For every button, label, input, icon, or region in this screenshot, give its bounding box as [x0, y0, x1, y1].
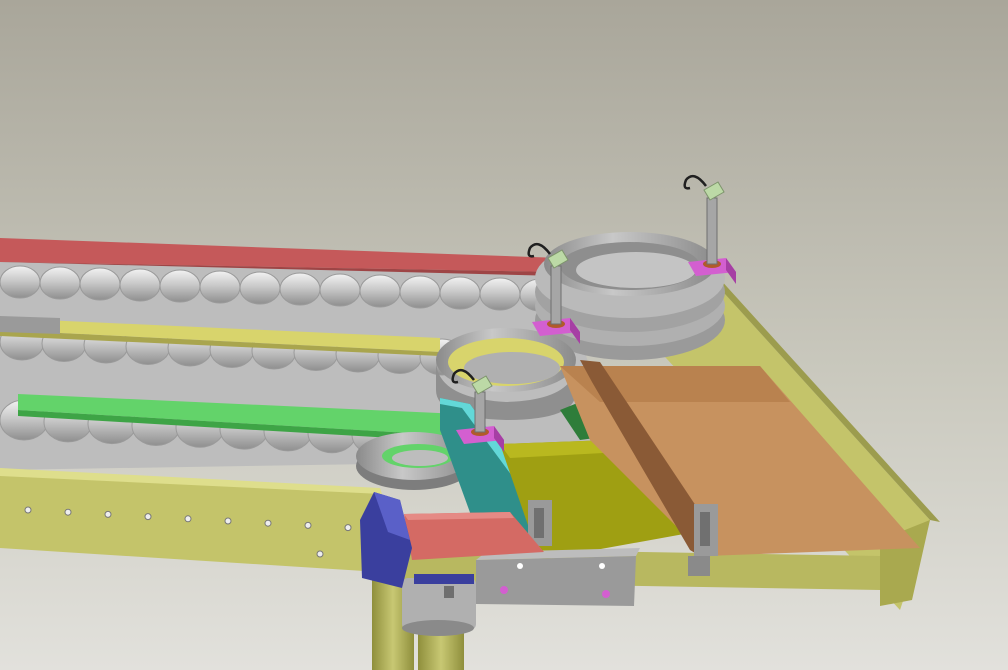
frame-hole — [316, 550, 324, 558]
roller — [359, 274, 401, 308]
frame-hole — [24, 506, 32, 514]
roller — [319, 273, 361, 307]
frame-hole — [64, 508, 72, 516]
frame-hole — [104, 510, 112, 518]
roller — [39, 266, 81, 300]
frame-hole — [344, 524, 352, 532]
frame-hole — [144, 513, 152, 521]
roller — [159, 269, 201, 303]
roller — [279, 272, 321, 306]
clamp-block-2 — [694, 504, 718, 556]
roller — [119, 268, 161, 302]
roller — [399, 275, 441, 309]
frame-hole — [264, 519, 272, 527]
frame-hole — [224, 517, 232, 525]
roller — [239, 271, 281, 305]
clamp-foot — [688, 556, 710, 576]
roller — [0, 265, 41, 299]
roller — [79, 267, 121, 301]
roller — [479, 277, 521, 311]
roller — [199, 270, 241, 304]
frame-hole — [184, 515, 192, 523]
large-bearing-ring — [535, 232, 725, 360]
cad-viewport[interactable] — [0, 0, 1008, 670]
gray-rail-end — [0, 316, 60, 334]
frame-hole — [304, 521, 312, 529]
cad-scene — [0, 0, 1008, 670]
roller — [439, 276, 481, 310]
